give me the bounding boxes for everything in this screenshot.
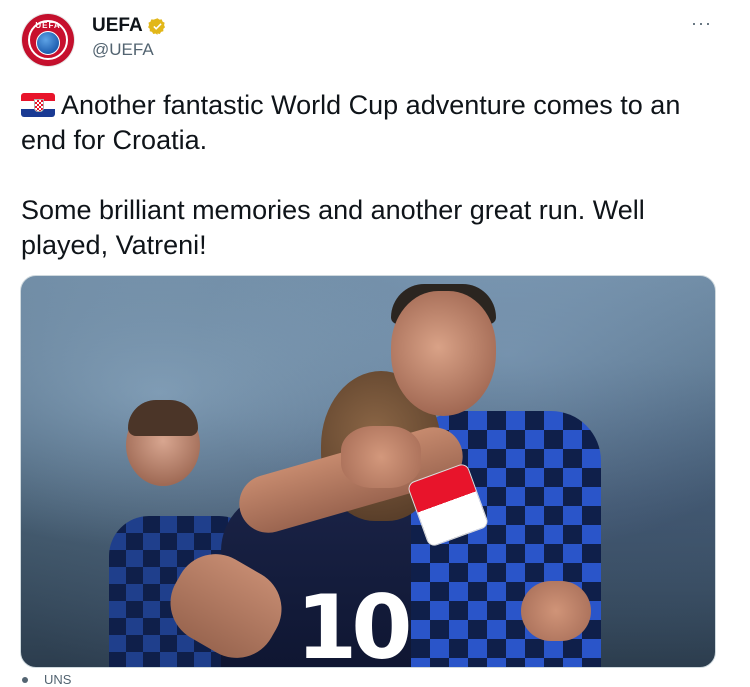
display-name[interactable]: UEFA bbox=[92, 15, 143, 37]
verified-badge-icon bbox=[147, 17, 165, 35]
globe-icon bbox=[36, 31, 60, 55]
more-options-icon[interactable]: ··· bbox=[691, 14, 712, 32]
captain-player-head bbox=[391, 291, 496, 416]
tweet-text: Another fantastic World Cup adventure co… bbox=[21, 88, 721, 263]
avatar[interactable]: UEFA bbox=[22, 14, 74, 66]
tweet-photo[interactable]: 10 bbox=[20, 275, 716, 668]
croatia-flag-icon bbox=[21, 93, 55, 117]
avatar-logo-text: UEFA bbox=[35, 21, 61, 30]
media-source-label: UNS bbox=[22, 672, 71, 687]
background-player-hair bbox=[128, 400, 198, 436]
tweet-line-1: Another fantastic World Cup adventure co… bbox=[21, 90, 681, 155]
tweet-paragraph-2: Some brilliant memories and another grea… bbox=[21, 195, 645, 260]
author-name-row[interactable]: UEFA bbox=[92, 15, 167, 37]
tweet-card[interactable]: UEFA UEFA @UEFA ··· Another fantastic Wo… bbox=[0, 0, 750, 687]
tweet-paragraph-1: Another fantastic World Cup adventure co… bbox=[21, 88, 721, 158]
player-10-right-hand bbox=[521, 581, 591, 641]
user-handle[interactable]: @UEFA bbox=[92, 40, 154, 60]
jersey-number: 10 bbox=[296, 576, 412, 668]
source-dot-icon bbox=[22, 676, 28, 683]
source-text: UNS bbox=[44, 672, 72, 687]
embracing-hand bbox=[341, 426, 421, 488]
